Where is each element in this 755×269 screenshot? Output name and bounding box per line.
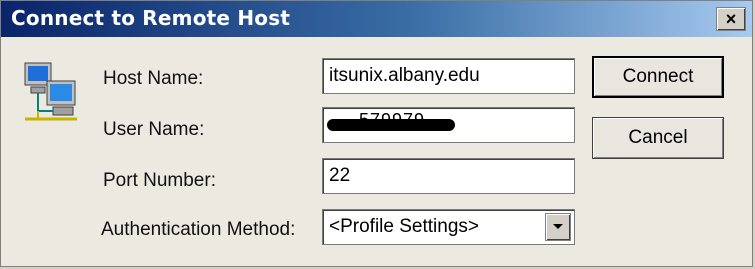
port-number-label: Port Number: <box>103 170 216 191</box>
title-bar[interactable]: Connect to Remote Host × <box>1 1 752 37</box>
connect-dialog: Connect to Remote Host × Host Name: itsu… <box>0 0 753 267</box>
network-computers-icon <box>24 62 77 121</box>
chevron-down-icon <box>553 224 563 229</box>
auth-method-value: <Profile Settings> <box>329 216 479 237</box>
redaction-mark <box>327 119 455 131</box>
auth-method-label: Authentication Method: <box>101 219 296 240</box>
cancel-button[interactable]: Cancel <box>592 117 724 159</box>
port-number-input[interactable]: 22 <box>322 158 575 194</box>
close-icon: × <box>725 8 737 29</box>
user-name-label: User Name: <box>103 119 205 140</box>
host-name-input[interactable]: itsunix.albany.edu <box>322 58 575 94</box>
window-title: Connect to Remote Host <box>11 6 291 30</box>
dropdown-button[interactable] <box>545 213 571 241</box>
user-name-input[interactable]: 579979 <box>322 107 575 143</box>
close-button[interactable]: × <box>716 7 746 31</box>
auth-method-select[interactable]: <Profile Settings> <box>322 209 575 245</box>
connect-button[interactable]: Connect <box>592 56 724 98</box>
host-name-label: Host Name: <box>103 68 204 89</box>
